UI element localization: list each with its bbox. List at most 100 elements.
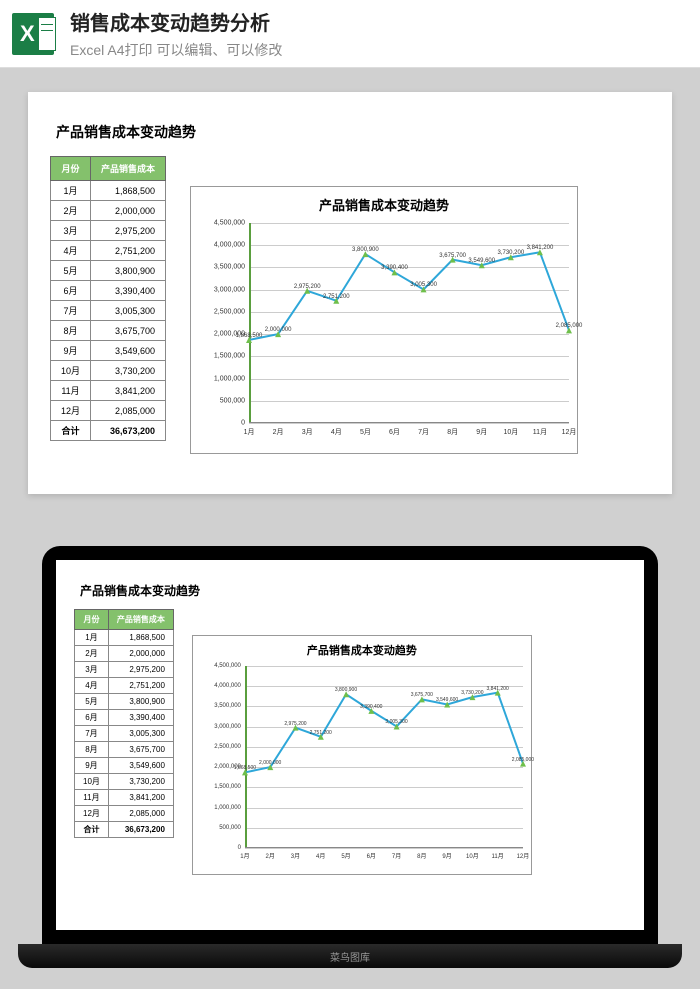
data-label: 3,841,200 [487,685,509,691]
y-tick-label: 0 [241,420,245,427]
table-row: 8月3,675,700 [51,321,166,341]
table-row: 12月2,085,000 [51,401,166,421]
table-row: 2月2,000,000 [75,646,174,662]
data-label: 2,975,200 [294,284,321,290]
laptop-base: 菜鸟图库 [18,944,682,968]
x-tick-label: 8月 [447,427,458,437]
data-label: 3,549,600 [436,697,458,703]
x-tick-label: 1月 [240,851,249,860]
y-tick-label: 4,500,000 [214,663,241,669]
table-row: 4月2,751,200 [75,678,174,694]
y-tick-label: 3,500,000 [214,264,245,271]
y-tick-label: 3,000,000 [214,286,245,293]
page-header: 销售成本变动趋势分析 Excel A4打印 可以编辑、可以修改 [0,0,700,68]
data-label: 2,751,200 [310,730,332,736]
data-label: 3,675,700 [439,252,466,258]
data-label: 3,005,300 [410,282,437,288]
table-row: 7月3,005,300 [51,301,166,321]
x-tick-label: 12月 [517,851,530,860]
y-tick-label: 4,000,000 [214,242,245,249]
col-month: 月份 [75,610,109,630]
data-label: 3,800,900 [352,247,379,253]
table-total-row: 合计36,673,200 [75,822,174,838]
y-tick-label: 4,500,000 [214,220,245,227]
y-tick-label: 4,000,000 [214,683,241,689]
table-row: 9月3,549,600 [75,758,174,774]
laptop-frame: 产品销售成本变动趋势 月份 产品销售成本 1月1,868,5002月2,000,… [42,546,658,944]
y-tick-label: 1,000,000 [214,805,241,811]
x-tick-label: 8月 [417,851,426,860]
data-label: 3,730,200 [497,250,524,256]
x-tick-label: 5月 [360,427,371,437]
data-label: 3,390,400 [360,704,382,710]
data-label: 3,675,700 [411,692,433,698]
x-tick-label: 9月 [476,427,487,437]
x-tick-label: 7月 [418,427,429,437]
y-tick-label: 1,000,000 [214,375,245,382]
chart-title: 产品销售成本变动趋势 [191,187,577,218]
page-subtitle: Excel A4打印 可以编辑、可以修改 [70,40,282,60]
x-tick-label: 10月 [466,851,479,860]
data-label: 2,000,000 [259,760,281,766]
x-tick-label: 10月 [503,427,518,437]
y-tick-label: 1,500,000 [214,784,241,790]
x-tick-label: 9月 [442,851,451,860]
col-cost: 产品销售成本 [91,157,166,181]
table-row: 11月3,841,200 [75,790,174,806]
table-row: 10月3,730,200 [51,361,166,381]
table-row: 4月2,751,200 [51,241,166,261]
x-tick-label: 11月 [492,851,504,860]
table-row: 6月3,390,400 [75,710,174,726]
table-row: 7月3,005,300 [75,726,174,742]
table-row: 3月2,975,200 [51,221,166,241]
x-tick-label: 2月 [273,427,284,437]
data-label: 3,730,200 [461,690,483,696]
data-label: 3,549,600 [468,258,495,264]
table-row: 11月3,841,200 [51,381,166,401]
y-tick-label: 2,500,000 [214,308,245,315]
x-tick-label: 3月 [302,427,313,437]
data-label: 2,085,000 [556,323,583,329]
y-tick-label: 3,500,000 [214,703,241,709]
x-tick-label: 4月 [331,427,342,437]
section-title: 产品销售成本变动趋势 [80,582,626,599]
chart-title: 产品销售成本变动趋势 [193,636,531,664]
table-row: 1月1,868,500 [75,630,174,646]
y-tick-label: 500,000 [220,397,245,404]
data-label: 3,390,400 [381,265,408,271]
table-row: 6月3,390,400 [51,281,166,301]
table-row: 8月3,675,700 [75,742,174,758]
col-month: 月份 [51,157,91,181]
data-label: 3,005,300 [385,719,407,725]
page-title: 销售成本变动趋势分析 [70,7,282,36]
table-total-row: 合计36,673,200 [51,421,166,441]
chart-plot: 0500,0001,000,0001,500,0002,000,0002,500… [249,223,569,423]
data-label: 3,800,900 [335,687,357,693]
laptop-screen: 产品销售成本变动趋势 月份 产品销售成本 1月1,868,5002月2,000,… [56,560,644,930]
section-title: 产品销售成本变动趋势 [56,122,650,142]
x-tick-label: 7月 [392,851,401,860]
x-tick-label: 11月 [533,427,547,437]
x-tick-label: 4月 [316,851,325,860]
chart-plot: 0500,0001,000,0001,500,0002,000,0002,500… [245,666,523,848]
x-tick-label: 1月 [244,427,255,437]
table-row: 10月3,730,200 [75,774,174,790]
x-tick-label: 3月 [291,851,300,860]
y-tick-label: 500,000 [219,825,241,831]
y-tick-label: 3,000,000 [214,724,241,730]
table-row: 2月2,000,000 [51,201,166,221]
table-row: 9月3,549,600 [51,341,166,361]
y-tick-label: 2,500,000 [214,744,241,750]
table-body: 1月1,868,5002月2,000,0003月2,975,2004月2,751… [51,181,166,441]
x-tick-label: 5月 [341,851,350,860]
cost-table: 月份 产品销售成本 1月1,868,5002月2,000,0003月2,975,… [50,156,166,441]
x-tick-label: 2月 [266,851,275,860]
data-label: 2,000,000 [265,327,292,333]
data-label: 2,085,000 [512,756,534,762]
data-label: 2,751,200 [323,294,350,300]
table-row: 5月3,800,900 [51,261,166,281]
table-row: 3月2,975,200 [75,662,174,678]
x-tick-label: 12月 [562,427,577,437]
table-row: 12月2,085,000 [75,806,174,822]
trend-chart: 产品销售成本变动趋势 0500,0001,000,0001,500,0002,0… [190,186,578,454]
